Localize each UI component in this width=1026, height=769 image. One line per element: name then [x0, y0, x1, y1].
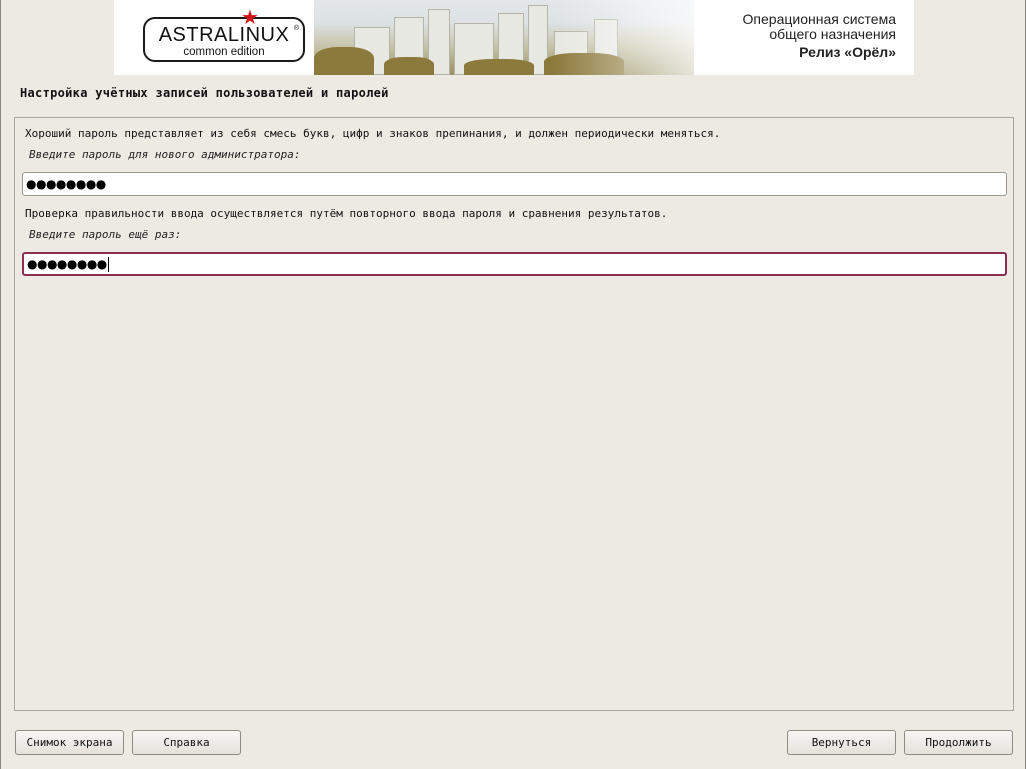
- banner: ★ ASTRALINUX common edition ® Операционн…: [114, 0, 914, 75]
- help-button[interactable]: Справка: [132, 730, 241, 755]
- page-title: Настройка учётных записей пользователей …: [20, 86, 389, 100]
- password-advice-text: Хороший пароль представляет из себя смес…: [25, 127, 721, 140]
- main-panel: Хороший пароль представляет из себя смес…: [14, 117, 1014, 711]
- continue-button[interactable]: Продолжить: [904, 730, 1013, 755]
- password-masked-value: ●●●●●●●●: [26, 177, 106, 191]
- installer-window: ★ ASTRALINUX common edition ® Операционн…: [0, 0, 1026, 769]
- logo-edition: common edition: [183, 46, 265, 58]
- password-verify-text: Проверка правильности ввода осуществляет…: [25, 207, 668, 220]
- release-name: Релиз «Орёл»: [799, 44, 896, 60]
- os-description: Операционная система общего назначения Р…: [743, 12, 896, 60]
- screenshot-button[interactable]: Снимок экрана: [15, 730, 124, 755]
- registered-mark: ®: [293, 25, 299, 32]
- password-field[interactable]: ●●●●●●●●: [22, 172, 1007, 196]
- os-line-1: Операционная система: [742, 11, 896, 27]
- text-caret: [107, 256, 109, 272]
- password-prompt-label: Введите пароль для нового администратора…: [29, 148, 301, 161]
- astralinux-logo: ★ ASTRALINUX common edition ®: [143, 7, 305, 62]
- logo-name: ASTRALINUX: [158, 24, 290, 46]
- password-repeat-label: Введите пароль ещё раз:: [29, 228, 182, 241]
- os-line-2: общего назначения: [769, 26, 896, 42]
- password-repeat-masked-value: ●●●●●●●●: [27, 257, 107, 271]
- back-button[interactable]: Вернуться: [787, 730, 896, 755]
- password-repeat-field[interactable]: ●●●●●●●●: [22, 252, 1007, 276]
